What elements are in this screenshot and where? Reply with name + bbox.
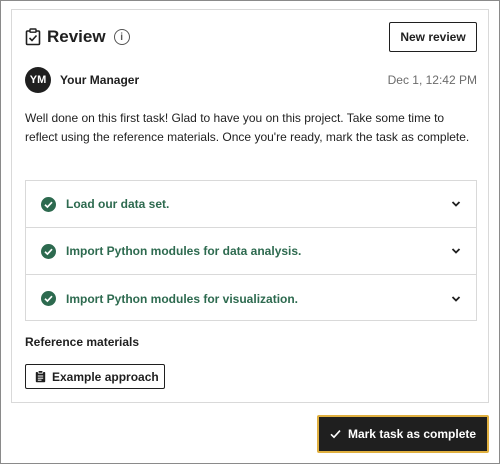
task-label: Import Python modules for data analysis. <box>66 244 302 258</box>
review-header: Review i New review <box>25 22 477 52</box>
review-title: Review <box>47 27 106 46</box>
new-review-button[interactable]: New review <box>389 22 477 52</box>
review-card: Review i New review YM Your Manager Dec … <box>11 9 489 403</box>
review-message: Well done on this first task! Glad to ha… <box>25 111 470 144</box>
task-item-import-visualization[interactable]: Import Python modules for visualization. <box>26 275 476 322</box>
task-item-load-data[interactable]: Load our data set. <box>26 181 476 228</box>
reference-materials-heading: Reference materials <box>25 335 140 349</box>
avatar: YM <box>25 67 51 93</box>
task-item-import-analysis[interactable]: Import Python modules for data analysis. <box>26 228 476 275</box>
example-approach-button[interactable]: Example approach <box>25 364 165 389</box>
example-approach-label: Example approach <box>52 369 159 384</box>
author-row: YM Your Manager Dec 1, 12:42 PM <box>25 67 477 93</box>
clipboard-check-icon <box>25 28 41 46</box>
review-title-group: Review i <box>25 27 130 47</box>
mark-task-complete-button[interactable]: Mark task as complete <box>317 415 489 453</box>
chevron-down-icon[interactable] <box>450 293 462 305</box>
check-circle-icon <box>41 291 56 306</box>
mark-task-complete-label: Mark task as complete <box>347 427 477 441</box>
review-timestamp: Dec 1, 12:42 PM <box>387 73 477 87</box>
check-circle-icon <box>41 196 56 212</box>
author-name: Your Manager <box>60 73 140 87</box>
clipboard-icon <box>35 370 46 383</box>
task-list: Load our data set. Import Python modules… <box>25 180 477 321</box>
task-label: Load our data set. <box>66 197 170 211</box>
chevron-down-icon[interactable] <box>450 198 462 210</box>
task-label: Import Python modules for visualization. <box>66 291 299 306</box>
check-circle-icon <box>41 243 56 259</box>
chevron-down-icon[interactable] <box>450 245 462 257</box>
check-icon <box>330 430 341 439</box>
info-icon[interactable]: i <box>113 29 130 45</box>
